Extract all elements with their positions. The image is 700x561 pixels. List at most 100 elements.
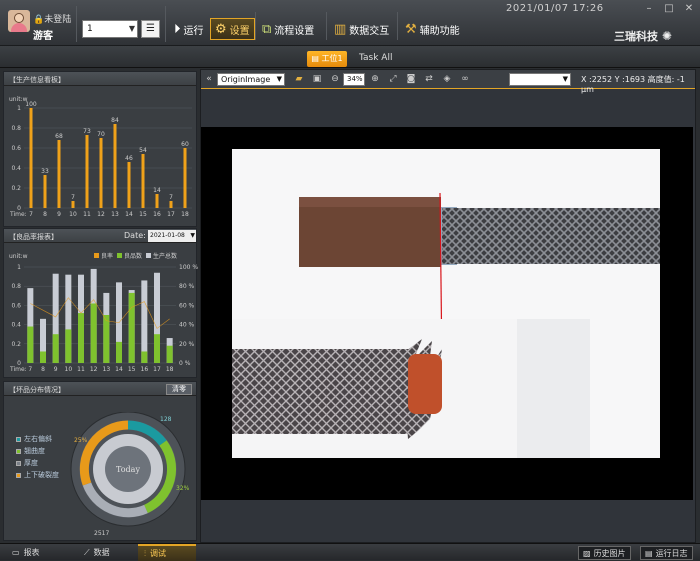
save-icon[interactable]: ▣ bbox=[311, 73, 323, 85]
chevron-down-icon: ▼ bbox=[276, 75, 282, 83]
y-tick-label: 0.2 bbox=[11, 341, 21, 348]
lock-icon: 🔒 bbox=[33, 15, 45, 25]
divider bbox=[255, 12, 256, 40]
y2-tick-label: 80 % bbox=[179, 283, 195, 290]
defect-item: 翘曲度 bbox=[16, 446, 45, 456]
x-tick-label: 7 bbox=[29, 211, 33, 218]
data-label: 7 bbox=[169, 194, 173, 201]
x-tick-label: 10 bbox=[69, 211, 77, 218]
x-tick-label: 11 bbox=[83, 211, 91, 218]
bar bbox=[113, 124, 117, 208]
list-button[interactable]: ☰ bbox=[141, 20, 160, 38]
run-log-button[interactable]: ▤ 运行日志 bbox=[640, 546, 693, 560]
x-tick-label: 7 bbox=[28, 366, 32, 373]
defect-item: 厚度 bbox=[16, 458, 38, 468]
line-chart-icon: ⟋ bbox=[84, 547, 90, 557]
close-icon[interactable]: ✕ bbox=[680, 2, 698, 16]
swap-icon[interactable]: ⇄ bbox=[423, 73, 435, 85]
defect-item: 左右偏斜 bbox=[16, 434, 52, 444]
date-select[interactable]: 2021-01-08 ▼ bbox=[148, 230, 196, 242]
x-tick-label: 16 bbox=[153, 211, 161, 218]
link-icon[interactable]: ∞ bbox=[459, 73, 471, 85]
fit-icon[interactable]: ⤢ bbox=[387, 73, 399, 85]
zoom-out-icon[interactable]: ⊖ bbox=[329, 73, 341, 85]
tab-task-all[interactable]: Task All bbox=[359, 53, 392, 63]
clear-button[interactable]: 清零 bbox=[166, 384, 192, 395]
list-icon: ☰ bbox=[146, 23, 155, 34]
gear-icon: ⚙ bbox=[215, 21, 227, 37]
x-tick-label: 11 bbox=[77, 366, 85, 373]
yield-rate-line bbox=[30, 297, 170, 329]
y2-tick-label: 40 % bbox=[179, 322, 195, 329]
y-tick-label: 0.4 bbox=[11, 322, 21, 329]
x-tick-label: 16 bbox=[141, 366, 149, 373]
x-tick-label: 17 bbox=[153, 366, 161, 373]
tab-debug[interactable]: ⫶ 调试 bbox=[138, 544, 196, 561]
bar-good bbox=[65, 329, 72, 363]
camera-icon[interactable]: ◙ bbox=[405, 73, 417, 85]
donut-label: 128 bbox=[160, 416, 172, 423]
layer-select[interactable]: ▼ bbox=[509, 73, 571, 86]
data-label: 100 bbox=[25, 101, 37, 108]
date-label: Date: bbox=[124, 231, 146, 240]
x-tick-label: 13 bbox=[111, 211, 119, 218]
station-select[interactable]: 1 ▼ bbox=[82, 20, 138, 38]
tab-data[interactable]: ⟋ 数据 bbox=[78, 544, 116, 561]
bar bbox=[57, 140, 61, 208]
coordinate-readout: X :2252 Y :1693 高度值: -1 μm bbox=[581, 75, 685, 94]
minimize-icon[interactable]: – bbox=[640, 2, 658, 16]
data-exchange-button[interactable]: ▥ 数据交互 bbox=[330, 18, 393, 40]
tab-station-1[interactable]: ▤ 工位1 bbox=[307, 51, 347, 67]
divider bbox=[397, 12, 398, 40]
x-tick-label: 8 bbox=[41, 366, 45, 373]
data-label: 54 bbox=[139, 147, 147, 154]
run-button[interactable]: ⏵ 运行 bbox=[170, 18, 208, 40]
x-tick-label: 13 bbox=[103, 366, 111, 373]
x-tick-label: 14 bbox=[115, 366, 123, 373]
bar bbox=[85, 135, 89, 208]
tab-report[interactable]: ▭ 报表 bbox=[6, 544, 46, 561]
x-tick-label: 15 bbox=[139, 211, 147, 218]
data-label: 14 bbox=[153, 187, 161, 194]
maximize-icon[interactable]: □ bbox=[660, 2, 678, 16]
yield-bar-chart: 00 %0.2 20 %0.4 40 %0.6 60 %0.8 80 %1 100 %7 8… bbox=[9, 264, 198, 373]
flow-settings-button[interactable]: ⧉ 流程设置 bbox=[258, 18, 318, 40]
cable-image bbox=[232, 192, 660, 459]
login-status[interactable]: 🔒未登陆 bbox=[33, 12, 71, 25]
image-select[interactable]: OriginImage ▼ bbox=[217, 73, 285, 86]
y-tick-label: 0.4 bbox=[11, 165, 21, 172]
image-canvas[interactable] bbox=[201, 127, 693, 500]
cube-icon[interactable]: ◈ bbox=[441, 73, 453, 85]
defect-panel: 【坏品分布情况】 清零 左右偏斜 翘曲度 厚度 上下破裂度 Today 128 … bbox=[3, 381, 197, 541]
bar-good bbox=[40, 351, 46, 363]
y-tick-label: 0.8 bbox=[11, 125, 21, 132]
bar-good bbox=[78, 313, 84, 363]
bar-good bbox=[166, 345, 173, 363]
donut-label: 25% bbox=[74, 437, 88, 444]
data-label: 70 bbox=[97, 131, 105, 138]
open-folder-icon[interactable]: ▰ bbox=[293, 73, 305, 85]
collapse-icon[interactable]: « bbox=[203, 73, 215, 85]
y-tick-label: 0.2 bbox=[11, 185, 21, 192]
logo-swirl-icon: ✺ bbox=[661, 29, 672, 43]
data-label: 73 bbox=[83, 128, 91, 135]
y2-tick-label: 20 % bbox=[179, 341, 195, 348]
aux-functions-button[interactable]: ⚒ 辅助功能 bbox=[401, 18, 464, 40]
x-tick-label: 12 bbox=[97, 211, 105, 218]
bar bbox=[29, 108, 33, 208]
user-avatar[interactable] bbox=[8, 10, 30, 32]
data-label: 84 bbox=[111, 117, 119, 124]
x-tick-label: 14 bbox=[125, 211, 133, 218]
bar bbox=[155, 194, 159, 208]
zoom-field[interactable]: 34% bbox=[343, 73, 365, 86]
x-tick-label: 9 bbox=[57, 211, 61, 218]
folder-icon: ▤ bbox=[311, 54, 319, 63]
x-tick-label: 18 bbox=[181, 211, 189, 218]
report-icon: ▭ bbox=[12, 548, 20, 557]
history-images-button[interactable]: ▨ 历史图片 bbox=[578, 546, 631, 560]
zoom-in-icon[interactable]: ⊕ bbox=[369, 73, 381, 85]
inspection-image bbox=[232, 149, 660, 459]
settings-button[interactable]: ⚙ 设置 bbox=[210, 18, 255, 40]
bar-good bbox=[27, 326, 34, 363]
play-icon: ⏵ bbox=[174, 21, 181, 37]
